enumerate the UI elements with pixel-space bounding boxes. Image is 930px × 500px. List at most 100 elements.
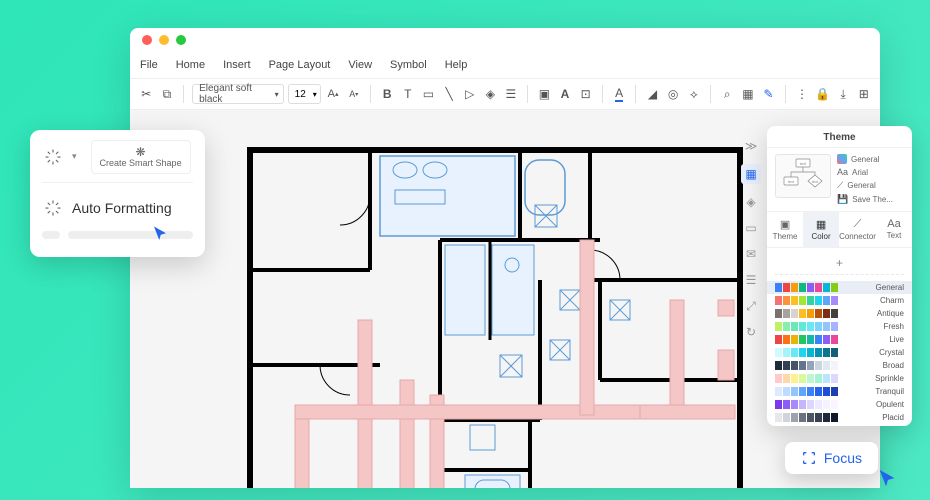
shapes-panel-icon[interactable]: ◈ <box>743 194 759 210</box>
line-icon[interactable]: ╲ <box>441 84 458 104</box>
theme-row[interactable]: Live <box>767 333 912 346</box>
maximize-window-button[interactable] <box>176 35 186 45</box>
theme-name: Charm <box>876 296 904 305</box>
align-icon[interactable]: ☰ <box>503 84 520 104</box>
color-swatch <box>783 296 790 305</box>
bullet-icon[interactable]: ☰ <box>743 272 759 288</box>
fullscreen-icon[interactable]: ⤢ <box>743 298 759 314</box>
color-swatch <box>775 322 782 331</box>
chevron-down-icon[interactable]: ▾ <box>72 151 77 162</box>
color-swatch <box>815 387 822 396</box>
dropdown-icon[interactable]: ⊡ <box>577 84 594 104</box>
theme-panel-title: Theme <box>767 126 912 148</box>
color-swatch <box>799 322 806 331</box>
font-shrink-icon[interactable]: A▾ <box>345 84 362 104</box>
theme-name: Broad <box>879 361 904 370</box>
theme-row[interactable]: Opulent <box>767 398 912 411</box>
rectangle-icon[interactable]: ▭ <box>420 84 437 104</box>
theme-row[interactable]: Fresh <box>767 320 912 333</box>
menu-symbol[interactable]: Symbol <box>390 59 427 71</box>
expand-panel-icon[interactable]: ≫ <box>743 138 759 154</box>
comment-icon[interactable]: ✉ <box>743 246 759 262</box>
history-icon[interactable]: ↻ <box>743 324 759 340</box>
font-family-select[interactable]: Elegant soft black <box>192 84 284 104</box>
color-swatch <box>783 348 790 357</box>
font-style-icon[interactable]: A <box>557 84 574 104</box>
underline-color-icon[interactable]: A <box>611 84 628 104</box>
theme-row[interactable]: Sprinkle <box>767 372 912 385</box>
theme-row[interactable]: Antique <box>767 307 912 320</box>
color-swatch <box>831 322 838 331</box>
auto-formatting-card: ▾ ❋ Create Smart Shape Auto Formatting <box>30 130 205 257</box>
search-icon[interactable]: ⌕ <box>719 84 736 104</box>
progress-bar <box>42 231 193 239</box>
theme-row[interactable]: Tranquil <box>767 385 912 398</box>
theme-row[interactable]: Placid <box>767 411 912 424</box>
create-smart-shape-label: Create Smart Shape <box>100 159 182 169</box>
color-swatch <box>783 374 790 383</box>
copy-icon[interactable]: ⧉ <box>159 84 176 104</box>
color-swatch <box>783 335 790 344</box>
page-panel-icon[interactable]: ▭ <box>743 220 759 236</box>
color-swatch <box>791 335 798 344</box>
lock-icon[interactable]: 🔒 <box>814 84 831 104</box>
color-swatch <box>775 361 782 370</box>
font-grow-icon[interactable]: A▴ <box>325 84 342 104</box>
sparkle-icon <box>42 197 64 219</box>
color-swatch <box>807 387 814 396</box>
menu-home[interactable]: Home <box>176 59 205 71</box>
focus-icon <box>801 450 817 466</box>
theme-name: Crystal <box>875 348 904 357</box>
color-swatch <box>791 374 798 383</box>
font-size-select[interactable]: 12 <box>288 84 321 104</box>
tab-connector[interactable]: ⟋Connector <box>839 212 876 247</box>
theme-row[interactable]: Crystal <box>767 346 912 359</box>
color-swatch <box>831 335 838 344</box>
theme-row[interactable]: Broad <box>767 359 912 372</box>
fill-icon[interactable]: ◢ <box>644 84 661 104</box>
theme-row[interactable]: General <box>767 281 912 294</box>
menu-view[interactable]: View <box>348 59 372 71</box>
minimize-window-button[interactable] <box>159 35 169 45</box>
color-swatch <box>815 296 822 305</box>
export-icon[interactable]: ⤓ <box>835 84 852 104</box>
edit-icon[interactable]: ✎ <box>760 84 777 104</box>
color-swatch <box>831 413 838 422</box>
theme-name: Tranquil <box>871 387 904 396</box>
add-theme-button[interactable]: + <box>775 252 904 275</box>
menu-help[interactable]: Help <box>445 59 468 71</box>
grid-icon[interactable]: ▦ <box>740 84 757 104</box>
text-icon[interactable]: T <box>400 84 417 104</box>
scissors-icon[interactable]: ✂ <box>138 84 155 104</box>
menu-file[interactable]: File <box>140 59 158 71</box>
options-icon[interactable]: ⋮ <box>794 84 811 104</box>
palette-icon[interactable]: ▦ <box>741 164 761 184</box>
color-swatch <box>783 387 790 396</box>
bold-icon[interactable]: B <box>379 84 396 104</box>
menu-page-layout[interactable]: Page Layout <box>269 59 331 71</box>
tab-text[interactable]: AaText <box>876 212 912 247</box>
create-smart-shape-button[interactable]: ❋ Create Smart Shape <box>91 140 191 174</box>
more-icon[interactable]: ⊞ <box>856 84 873 104</box>
image-icon[interactable]: ▣ <box>536 84 553 104</box>
color-swatch <box>775 374 782 383</box>
theme-row[interactable]: Charm <box>767 294 912 307</box>
meta-general: General <box>851 155 879 164</box>
color-swatch <box>823 283 830 292</box>
crop-icon[interactable]: ⟡ <box>685 84 702 104</box>
menu-insert[interactable]: Insert <box>223 59 251 71</box>
color-swatch <box>775 400 782 409</box>
color-swatch <box>783 361 790 370</box>
close-window-button[interactable] <box>142 35 152 45</box>
tab-color[interactable]: ▦Color <box>803 212 839 247</box>
auto-formatting-row[interactable]: Auto Formatting <box>42 197 193 219</box>
color-swatch <box>791 309 798 318</box>
pointer-icon[interactable]: ▷ <box>461 84 478 104</box>
layers-icon[interactable]: ◈ <box>482 84 499 104</box>
color-swatch <box>799 348 806 357</box>
focus-button[interactable]: Focus <box>785 442 878 474</box>
tab-theme[interactable]: ▣Theme <box>767 212 803 247</box>
camera-icon[interactable]: ◎ <box>665 84 682 104</box>
color-swatch <box>807 296 814 305</box>
color-swatch <box>807 283 814 292</box>
